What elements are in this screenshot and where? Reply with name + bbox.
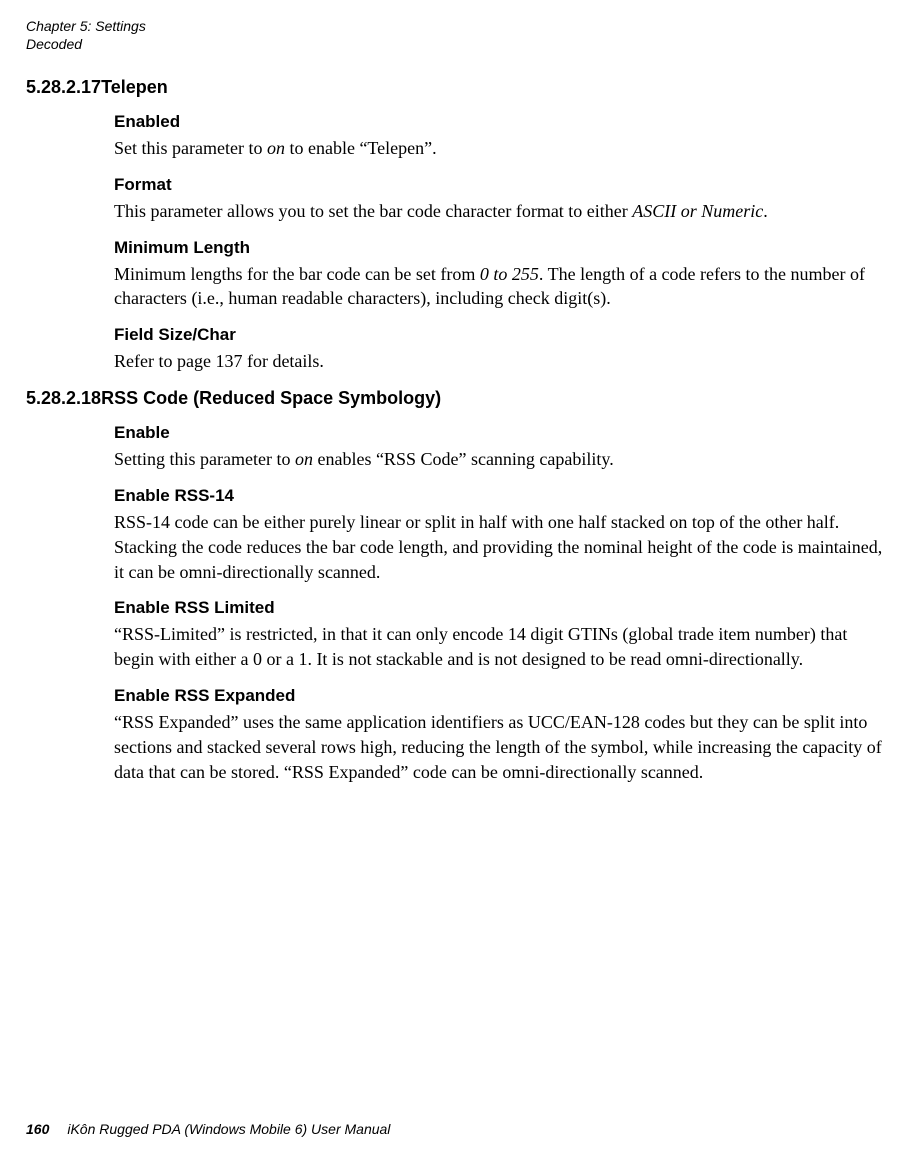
subheading: Enable (114, 423, 885, 443)
section-number: 5.28.2.17 (26, 77, 101, 97)
running-head: Chapter 5: Settings Decoded (26, 18, 895, 53)
section-title: Telepen (101, 77, 168, 97)
paragraph: Set this parameter to on to enable “Tele… (114, 136, 885, 161)
section-number: 5.28.2.18 (26, 388, 101, 408)
paragraph: Refer to page 137 for details. (114, 349, 885, 374)
subheading: Format (114, 175, 885, 195)
section-heading: 5.28.2.18RSS Code (Reduced Space Symbolo… (26, 388, 895, 409)
page: Chapter 5: Settings Decoded 5.28.2.17Tel… (0, 0, 921, 1161)
paragraph: This parameter allows you to set the bar… (114, 199, 885, 224)
section-body: Enable Setting this parameter to on enab… (114, 423, 885, 784)
subheading: Enable RSS Expanded (114, 686, 885, 706)
footer: 160 iKôn Rugged PDA (Windows Mobile 6) Us… (26, 1121, 390, 1137)
paragraph: Setting this parameter to on enables “RS… (114, 447, 885, 472)
subheading: Enable RSS-14 (114, 486, 885, 506)
paragraph: Minimum lengths for the bar code can be … (114, 262, 885, 312)
paragraph: RSS-14 code can be either purely linear … (114, 510, 885, 584)
subheading: Field Size/Char (114, 325, 885, 345)
paragraph: “RSS-Limited” is restricted, in that it … (114, 622, 885, 672)
subheading: Minimum Length (114, 238, 885, 258)
running-head-line1: Chapter 5: Settings (26, 18, 895, 36)
section-heading: 5.28.2.17Telepen (26, 77, 895, 98)
paragraph: “RSS Expanded” uses the same application… (114, 710, 885, 784)
subheading: Enable RSS Limited (114, 598, 885, 618)
page-number: 160 (26, 1121, 49, 1137)
subheading: Enabled (114, 112, 885, 132)
section-title: RSS Code (Reduced Space Symbology) (101, 388, 441, 408)
section-body: Enabled Set this parameter to on to enab… (114, 112, 885, 374)
running-head-line2: Decoded (26, 36, 895, 54)
book-title: iKôn Rugged PDA (Windows Mobile 6) User … (67, 1121, 390, 1137)
